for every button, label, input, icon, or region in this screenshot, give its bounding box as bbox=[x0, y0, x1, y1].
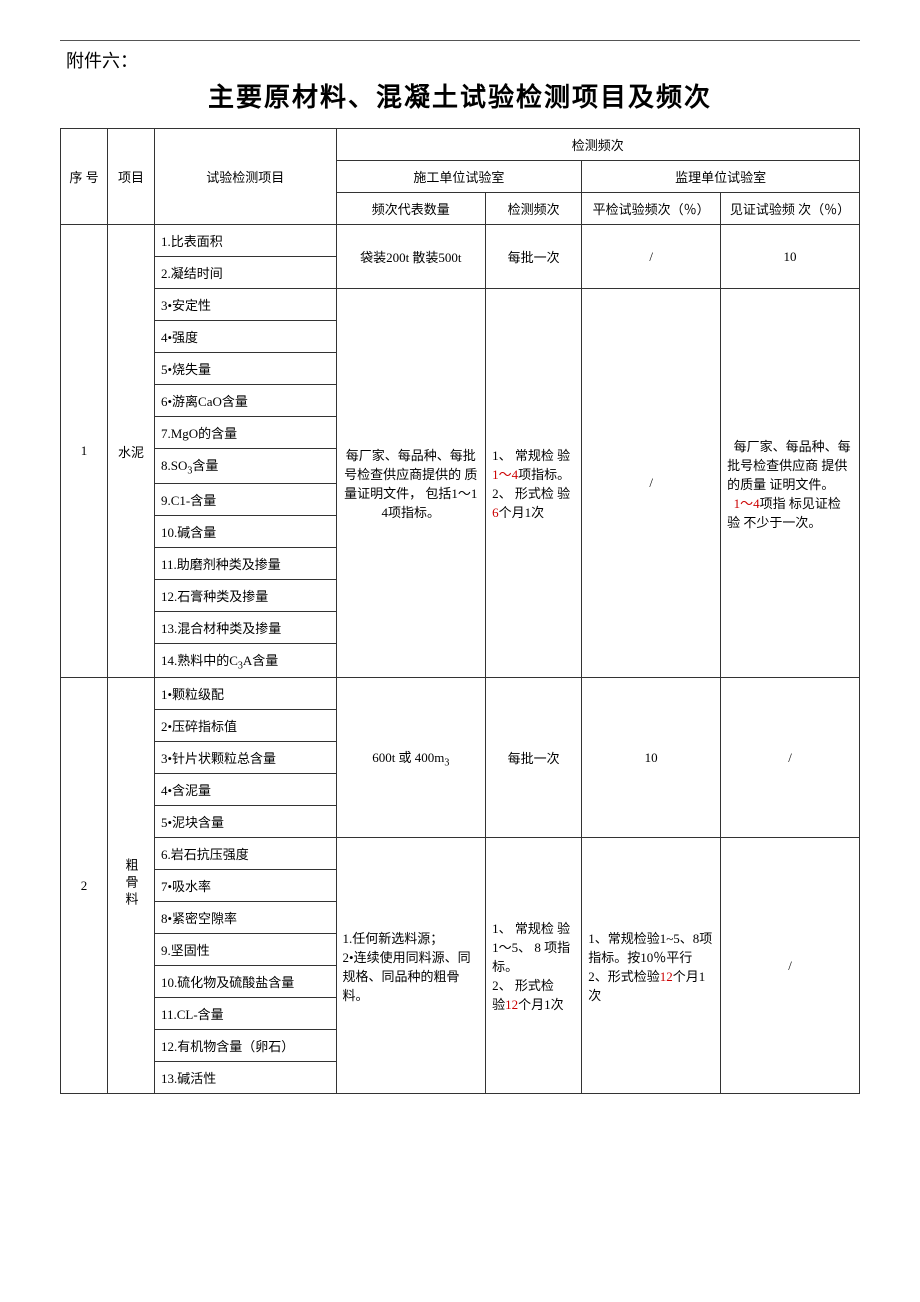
witness-cell: / bbox=[721, 678, 860, 838]
th-detect-freq: 检测频次 bbox=[486, 193, 582, 225]
qty-cell: 每厂家、每品种、每批号检查供应商提供的 质量证明文件， 包括1～14项指标。 bbox=[336, 289, 486, 678]
test-item-cell: 13.混合材种类及掺量 bbox=[154, 611, 336, 643]
test-item-cell: 5•泥块含量 bbox=[154, 806, 336, 838]
test-item-cell: 2.凝结时间 bbox=[154, 257, 336, 289]
test-item-cell: 9.坚固性 bbox=[154, 934, 336, 966]
test-item-cell: 8•紧密空隙率 bbox=[154, 902, 336, 934]
th-ping-freq: 平检试验频次（％） bbox=[582, 193, 721, 225]
th-freq-group: 检测频次 bbox=[336, 129, 859, 161]
test-item-cell: 4•含泥量 bbox=[154, 774, 336, 806]
ping-cell: 1、常规检验1~5、8项指标。按10％平行 2、形式检验12个月1次 bbox=[582, 838, 721, 1094]
test-item-cell: 3•针片状颗粒总含量 bbox=[154, 742, 336, 774]
qty-cell: 1.任何新选料源； 2•连续使用同料源、同规格、同品种的粗骨料。 bbox=[336, 838, 486, 1094]
test-item-cell: 12.有机物含量（卵石） bbox=[154, 1030, 336, 1062]
th-rep-qty: 频次代表数量 bbox=[336, 193, 486, 225]
ping-cell: 10 bbox=[582, 678, 721, 838]
project-cell: 粗骨料 bbox=[107, 678, 154, 1094]
freq-cell: 每批一次 bbox=[486, 678, 582, 838]
test-item-cell: 11.CL-含量 bbox=[154, 998, 336, 1030]
spec-table: 序 号 项目 试验检测项目 检测频次 施工单位试验室 监理单位试验室 频次代表数… bbox=[60, 128, 860, 1094]
test-item-cell: 7•吸水率 bbox=[154, 870, 336, 902]
witness-cell: / bbox=[721, 838, 860, 1094]
test-item-cell: 9.C1-含量 bbox=[154, 483, 336, 515]
freq-cell: 1、 常规检 验1～5、 8 项指标。 2、 形式检 验12个月1次 bbox=[486, 838, 582, 1094]
test-item-cell: 12.石膏种类及掺量 bbox=[154, 579, 336, 611]
attachment-label: 附件六： bbox=[66, 47, 860, 73]
test-item-cell: 10.碱含量 bbox=[154, 515, 336, 547]
table-header-row: 序 号 项目 试验检测项目 检测频次 bbox=[61, 129, 860, 161]
test-item-cell: 3•安定性 bbox=[154, 289, 336, 321]
test-item-cell: 6.岩石抗压强度 bbox=[154, 838, 336, 870]
freq-cell: 每批一次 bbox=[486, 225, 582, 289]
test-item-cell: 14.熟料中的C3A含量 bbox=[154, 643, 336, 678]
test-item-cell: 8.SO3含量 bbox=[154, 449, 336, 484]
witness-cell: 每厂家、每品种、每批号检查供应商 提供的质量 证明文件。 1～4项指 标见证检验… bbox=[721, 289, 860, 678]
th-supervision-lab: 监理单位试验室 bbox=[582, 161, 860, 193]
top-rule bbox=[60, 40, 860, 41]
table-row: 6.岩石抗压强度 1.任何新选料源； 2•连续使用同料源、同规格、同品种的粗骨料… bbox=[61, 838, 860, 870]
test-item-cell: 2•压碎指标值 bbox=[154, 710, 336, 742]
test-item-cell: 5•烧失量 bbox=[154, 353, 336, 385]
th-test-items: 试验检测项目 bbox=[154, 129, 336, 225]
qty-cell: 600t 或 400m3 bbox=[336, 678, 486, 838]
test-item-cell: 10.硫化物及硫酸盐含量 bbox=[154, 966, 336, 998]
test-item-cell: 1•颗粒级配 bbox=[154, 678, 336, 710]
th-seq: 序 号 bbox=[61, 129, 108, 225]
test-item-cell: 13.碱活性 bbox=[154, 1062, 336, 1094]
table-row: 3•安定性 每厂家、每品种、每批号检查供应商提供的 质量证明文件， 包括1～14… bbox=[61, 289, 860, 321]
table-row: 1 水泥 1.比表面积 袋装200t 散装500t 每批一次 / 10 bbox=[61, 225, 860, 257]
table-row: 2 粗骨料 1•颗粒级配 600t 或 400m3 每批一次 10 / bbox=[61, 678, 860, 710]
test-item-cell: 1.比表面积 bbox=[154, 225, 336, 257]
test-item-cell: 6•游离CaO含量 bbox=[154, 385, 336, 417]
qty-cell: 袋装200t 散装500t bbox=[336, 225, 486, 289]
th-witness-freq: 见证试验频 次（％） bbox=[721, 193, 860, 225]
witness-cell: 10 bbox=[721, 225, 860, 289]
test-item-cell: 7.MgO的含量 bbox=[154, 417, 336, 449]
ping-cell: / bbox=[582, 225, 721, 289]
seq-cell: 2 bbox=[61, 678, 108, 1094]
ping-cell: / bbox=[582, 289, 721, 678]
th-construction-lab: 施工单位试验室 bbox=[336, 161, 582, 193]
test-item-cell: 4•强度 bbox=[154, 321, 336, 353]
th-project: 项目 bbox=[107, 129, 154, 225]
freq-cell: 1、 常规检 验1～4项指标。 2、 形式检 验6个月1次 bbox=[486, 289, 582, 678]
page-title: 主要原材料、混凝土试验检测项目及频次 bbox=[60, 77, 860, 114]
project-cell: 水泥 bbox=[107, 225, 154, 678]
seq-cell: 1 bbox=[61, 225, 108, 678]
test-item-cell: 11.助磨剂种类及掺量 bbox=[154, 547, 336, 579]
